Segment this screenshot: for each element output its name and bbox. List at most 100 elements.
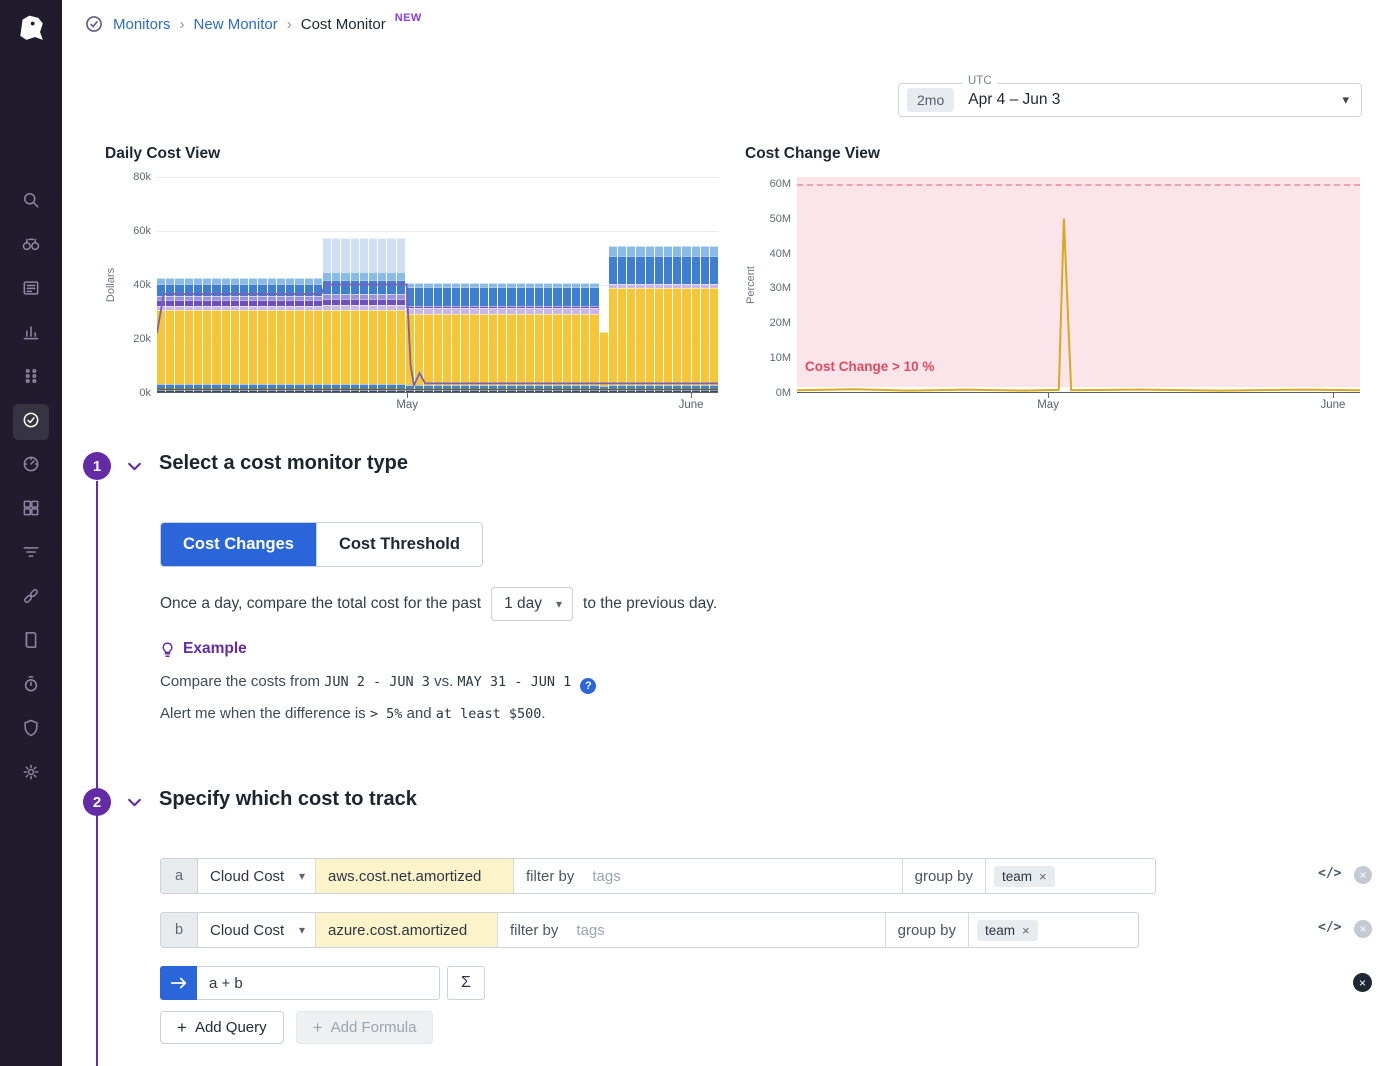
query-b-source-value: Cloud Cost bbox=[210, 922, 284, 939]
sidebar-nav bbox=[0, 184, 62, 792]
apm-icon bbox=[21, 454, 41, 479]
add-formula-button[interactable]: + Add Formula bbox=[296, 1011, 434, 1044]
compare-range-a: JUN 2 - JUN 3 bbox=[324, 674, 430, 690]
breadcrumb-separator-icon: › bbox=[180, 16, 185, 33]
collapse-section-1-chevron-icon[interactable] bbox=[126, 458, 143, 480]
cost-change-view-plot[interactable]: Cost Change > 10 % bbox=[797, 177, 1360, 393]
cost-changes-tab[interactable]: Cost Changes bbox=[161, 523, 316, 566]
integrations-icon bbox=[21, 498, 41, 523]
settings-icon bbox=[21, 762, 41, 787]
formula-remove-button[interactable]: × bbox=[1353, 973, 1372, 992]
monitors-icon bbox=[21, 410, 41, 435]
y-axis-label: Dollars bbox=[105, 177, 119, 393]
group-tag-pill[interactable]: team × bbox=[977, 920, 1038, 941]
alert-amount: at least $500 bbox=[436, 706, 542, 722]
sidebar-item-monitors[interactable] bbox=[13, 404, 49, 440]
remove-tag-icon[interactable]: × bbox=[1022, 923, 1030, 938]
query-a-group-by-input[interactable]: team × bbox=[985, 859, 1155, 893]
timezone-label: UTC bbox=[963, 75, 997, 87]
query-row-b: b Cloud Cost ▾ filter by group by team × bbox=[160, 912, 1139, 948]
breadcrumb-new-monitor-link[interactable]: New Monitor bbox=[194, 16, 278, 33]
collapse-section-2-chevron-icon[interactable] bbox=[126, 794, 143, 816]
x-tick-mark bbox=[691, 393, 692, 398]
search-icon bbox=[21, 190, 41, 215]
query-b-metric-input[interactable] bbox=[316, 913, 498, 947]
query-b-filter-tags-input[interactable] bbox=[570, 913, 884, 947]
query-b-remove-button[interactable]: × bbox=[1354, 920, 1372, 938]
y-tick-label: 20k bbox=[133, 333, 151, 345]
cost-line-line bbox=[157, 285, 718, 386]
sidebar-item-search[interactable] bbox=[13, 184, 49, 220]
query-b-source-select[interactable]: Cloud Cost ▾ bbox=[198, 913, 316, 947]
alert-prefix: Alert me when the difference is bbox=[160, 705, 366, 722]
time-range-picker[interactable]: 2mo UTC Apr 4 – Jun 3 ▾ bbox=[898, 83, 1362, 117]
example-label: Example bbox=[183, 640, 247, 658]
formula-input[interactable] bbox=[197, 966, 440, 1000]
cost-threshold-tab[interactable]: Cost Threshold bbox=[316, 523, 482, 566]
security-icon bbox=[21, 718, 41, 743]
sidebar-item-integrations[interactable] bbox=[13, 492, 49, 528]
x-tick-mark bbox=[1048, 393, 1049, 398]
plus-icon: + bbox=[177, 1018, 187, 1038]
monitor-check-icon bbox=[84, 14, 104, 34]
sidebar-item-pipelines[interactable] bbox=[13, 536, 49, 572]
breadcrumb-monitors-link[interactable]: Monitors bbox=[113, 16, 171, 33]
formula-arrow-icon[interactable] bbox=[160, 966, 197, 1000]
chevron-down-icon: ▾ bbox=[299, 869, 305, 883]
query-a-source-value: Cloud Cost bbox=[210, 868, 284, 885]
pipelines-icon bbox=[21, 542, 41, 567]
period-select-value: 1 day bbox=[504, 595, 542, 613]
y-axis: 0M10M20M30M40M50M60M bbox=[759, 177, 797, 393]
sidebar-item-security[interactable] bbox=[13, 712, 49, 748]
query-a-source-select[interactable]: Cloud Cost ▾ bbox=[198, 859, 316, 893]
sigma-function-button[interactable]: Σ bbox=[447, 966, 485, 1000]
y-axis: 0k20k40k60k80k bbox=[119, 177, 157, 393]
y-tick-label: 80k bbox=[133, 171, 151, 183]
help-icon[interactable]: ? bbox=[580, 678, 596, 694]
y-tick-label: 40M bbox=[770, 248, 791, 260]
group-tag-pill[interactable]: team × bbox=[994, 866, 1055, 887]
frequency-prefix: Once a day, compare the total cost for t… bbox=[160, 595, 481, 613]
section-2-title: Specify which cost to track bbox=[159, 788, 417, 811]
section-1-title: Select a cost monitor type bbox=[159, 452, 408, 475]
y-tick-label: 30M bbox=[770, 282, 791, 294]
y-tick-label: 60k bbox=[133, 225, 151, 237]
time-range-chip: 2mo bbox=[907, 88, 954, 112]
sidebar-item-logs[interactable] bbox=[13, 624, 49, 660]
processes-icon bbox=[21, 366, 41, 391]
y-tick-label: 40k bbox=[133, 279, 151, 291]
query-actions: + Add Query + Add Formula bbox=[160, 1011, 433, 1044]
sidebar-item-host-map[interactable] bbox=[13, 228, 49, 264]
sidebar-item-apm[interactable] bbox=[13, 448, 49, 484]
sidebar-item-settings[interactable] bbox=[13, 756, 49, 792]
logs-icon bbox=[21, 630, 41, 655]
query-a-filter-tags-input[interactable] bbox=[586, 859, 901, 893]
group-tag-label: team bbox=[1002, 869, 1032, 884]
sidebar-item-profiling[interactable] bbox=[13, 668, 49, 704]
example-toggle[interactable]: Example bbox=[159, 640, 247, 658]
breadcrumb: Monitors › New Monitor › Cost Monitor NE… bbox=[84, 11, 422, 37]
sidebar-item-events[interactable] bbox=[13, 272, 49, 308]
query-a-code-icon[interactable]: </> bbox=[1318, 866, 1341, 881]
y-tick-label: 0k bbox=[139, 387, 151, 399]
query-b-code-icon[interactable]: </> bbox=[1318, 920, 1341, 935]
remove-tag-icon[interactable]: × bbox=[1039, 869, 1047, 884]
query-b-group-by-input[interactable]: team × bbox=[968, 913, 1138, 947]
datadog-logo-icon[interactable] bbox=[0, 0, 62, 56]
sidebar-item-service-map[interactable] bbox=[13, 580, 49, 616]
period-select[interactable]: 1 day ▾ bbox=[491, 587, 573, 621]
alert-period: . bbox=[541, 705, 545, 722]
example-compare-line: Compare the costs from JUN 2 - JUN 3 vs.… bbox=[160, 673, 596, 691]
alert-condition: > 5% bbox=[370, 706, 403, 722]
daily-cost-view-plot[interactable] bbox=[157, 177, 718, 393]
compare-range-b: MAY 31 - JUN 1 bbox=[457, 674, 571, 690]
cost-change-line bbox=[797, 219, 1360, 391]
y-axis-label: Percent bbox=[745, 177, 759, 393]
sidebar-item-processes[interactable] bbox=[13, 360, 49, 396]
add-query-button[interactable]: + Add Query bbox=[160, 1011, 284, 1044]
sidebar-item-metrics[interactable] bbox=[13, 316, 49, 352]
query-a-metric-input[interactable] bbox=[316, 859, 514, 893]
y-tick-label: 60M bbox=[770, 178, 791, 190]
x-axis: MayJune bbox=[797, 393, 1360, 415]
query-a-remove-button[interactable]: × bbox=[1354, 866, 1372, 884]
